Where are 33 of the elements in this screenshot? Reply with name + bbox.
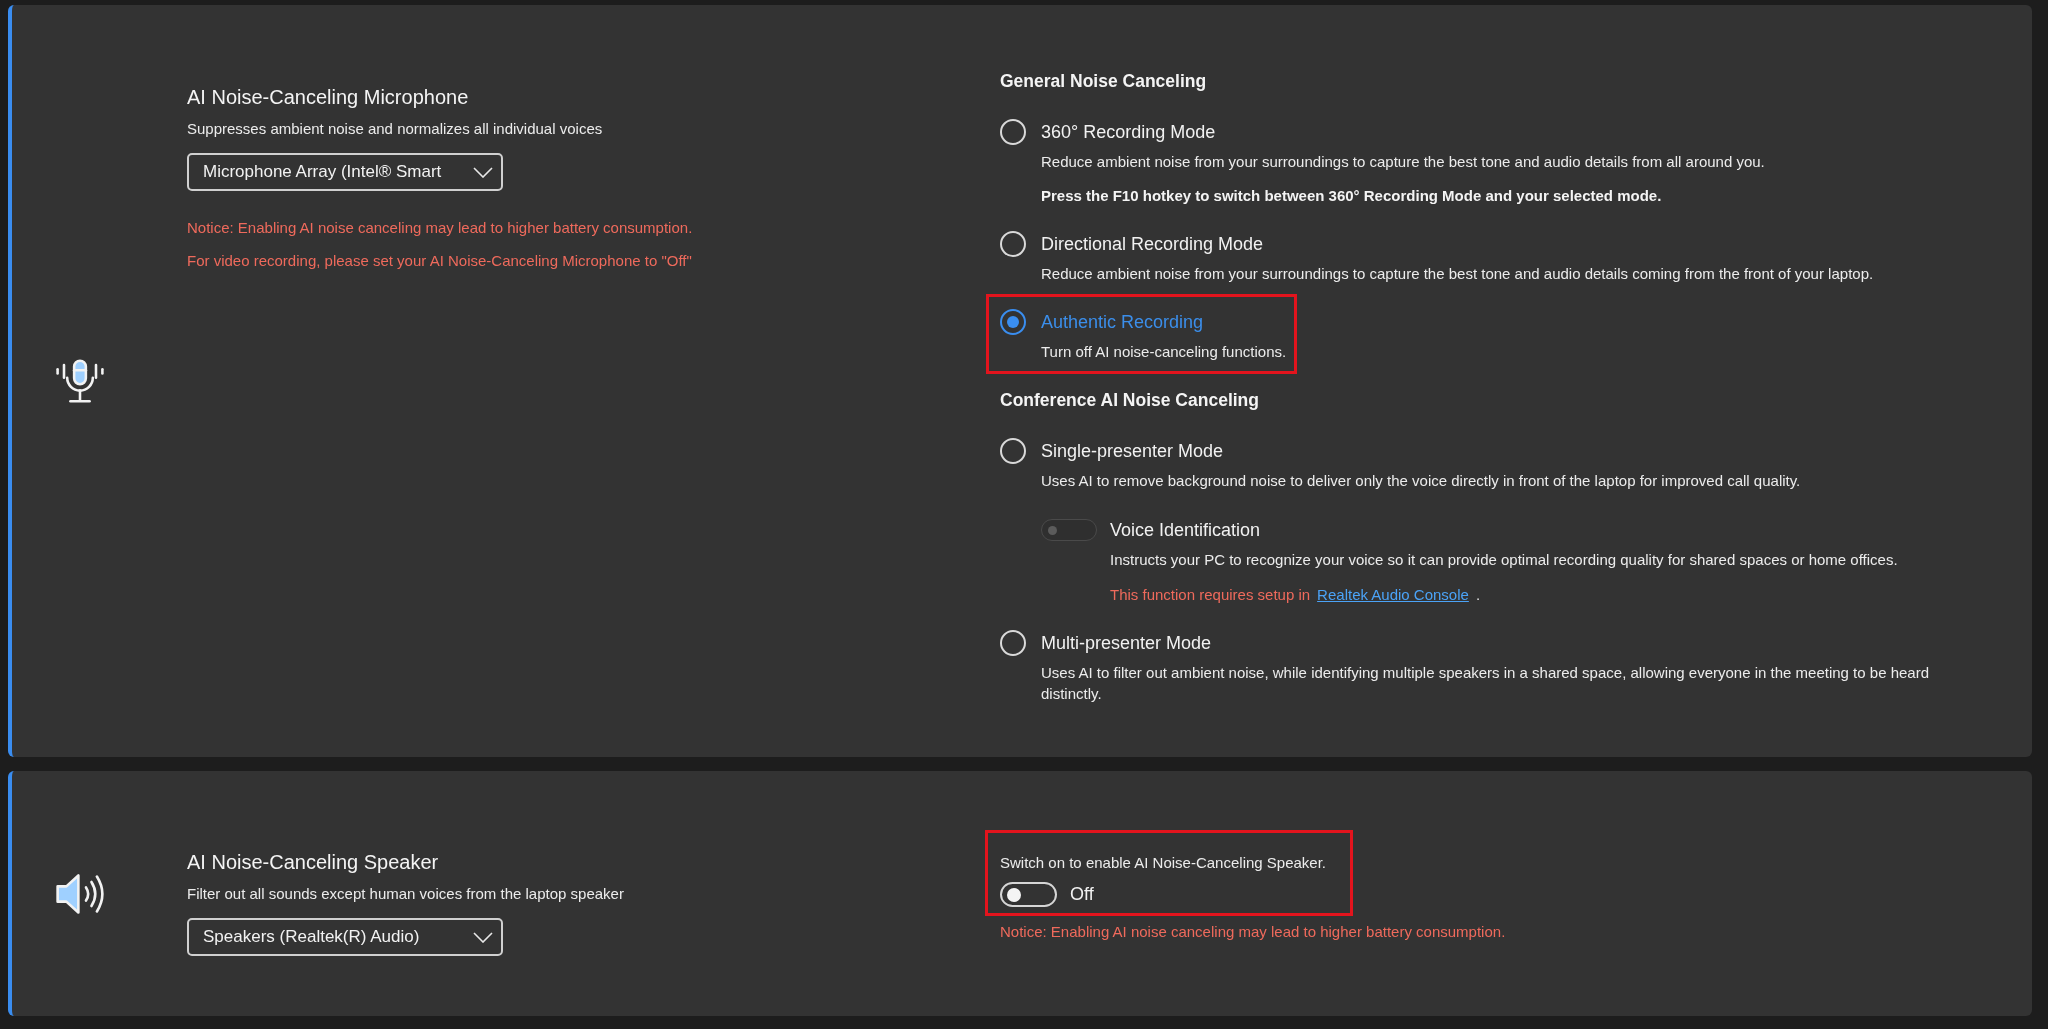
radio-button[interactable] — [1000, 309, 1026, 335]
section-title: AI Noise-Canceling Microphone — [187, 85, 469, 110]
group-heading: Conference AI Noise Canceling — [1000, 389, 1260, 412]
chevron-down-icon — [473, 166, 493, 178]
requirement-text: This function requires setup in — [1110, 585, 1311, 605]
notice-text: For video recording, please set your AI Noise-Canceling Microphone to "Off" — [187, 251, 692, 271]
option-note: Press the F10 hotkey to switch between 360° Recording Mode and your selected mode. — [1041, 186, 1663, 206]
chevron-down-icon — [473, 931, 493, 943]
microphone-icon — [56, 358, 104, 404]
switch-prompt: Switch on to enable AI Noise-Canceling Speaker. — [1000, 853, 1327, 873]
section-description: Filter out all sounds except human voices from the laptop speaker — [187, 884, 624, 904]
radio-label: Directional Recording Mode — [1041, 232, 1264, 256]
option-description: Reduce ambient noise from your surroundings to capture the best tone and audio details from all around you. — [1041, 152, 1765, 172]
setting-label: Voice Identification — [1110, 518, 1261, 542]
radio-label: 360° Recording Mode — [1041, 120, 1216, 144]
option-description: Reduce ambient noise from your surroundings to capture the best tone and audio details coming from the front of your laptop. — [1041, 264, 1874, 284]
option-description: Turn off AI noise-canceling functions. — [1041, 342, 1287, 362]
device-dropdown[interactable]: Speakers (Realtek(R) Audio) — [187, 918, 503, 956]
radio-label: Single-presenter Mode — [1041, 439, 1224, 463]
requirement-suffix: . — [1475, 585, 1481, 605]
notice-text: Notice: Enabling AI noise canceling may lead to higher battery consumption. — [1000, 922, 1506, 942]
toggle-state-label: Off — [1070, 883, 1094, 906]
option-description: Uses AI to remove background noise to deliver only the voice directly in front of the laptop for improved call quality. — [1041, 471, 1802, 491]
device-dropdown[interactable]: Microphone Array (Intel® Smart — [187, 153, 503, 191]
radio-label: Authentic Recording — [1041, 310, 1204, 334]
group-heading: General Noise Canceling — [1000, 70, 1208, 93]
option-description: Uses AI to filter out ambient noise, while identifying multiple speakers in a shared space, allowing everyone in the meeting to be heard distinctly. — [1041, 663, 1930, 704]
notice-text: Notice: Enabling AI noise canceling may lead to higher battery consumption. — [187, 218, 693, 238]
section-title: AI Noise-Canceling Speaker — [187, 850, 439, 875]
setting-description: Instructs your PC to recognize your voice so it can provide optimal recording quality for shared spaces or home offices. — [1110, 550, 1898, 570]
radio-label: Multi-presenter Mode — [1041, 631, 1212, 655]
speaker-icon — [56, 872, 104, 915]
section-description: Suppresses ambient noise and normalizes all individual voices — [187, 119, 603, 139]
